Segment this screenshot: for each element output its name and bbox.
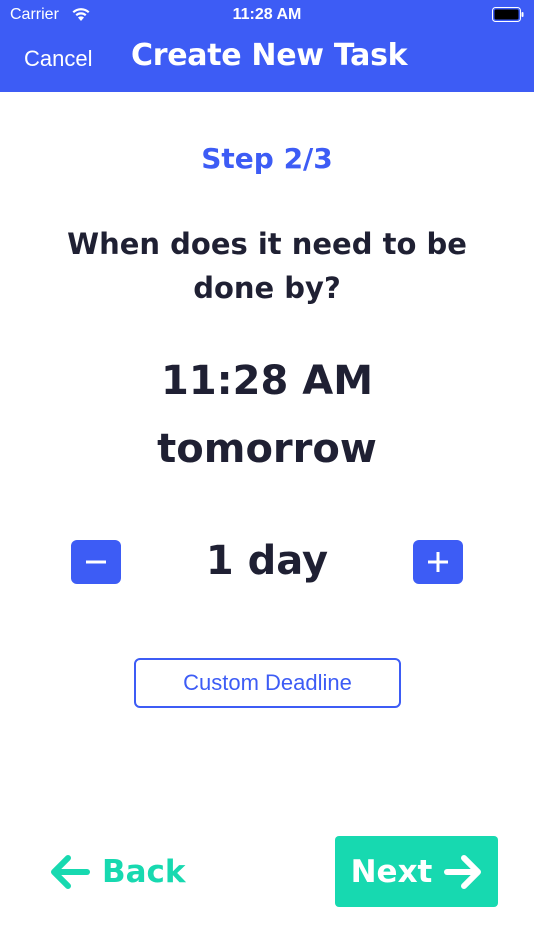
back-button[interactable]: Back: [50, 850, 186, 894]
arrow-left-icon: [51, 855, 90, 889]
cancel-button[interactable]: Cancel: [24, 46, 92, 72]
back-label: Back: [102, 854, 186, 890]
navigation-header: Carrier 11:28 AM Cancel Create New Task: [0, 0, 534, 92]
step-indicator: Step 2/3: [201, 142, 333, 175]
page-title: Create New Task: [131, 38, 408, 73]
due-day-display: tomorrow: [157, 426, 377, 472]
status-time: 11:28 AM: [232, 6, 302, 23]
status-bar: Carrier 11:28 AM: [0, 0, 534, 30]
custom-deadline-button[interactable]: Custom Deadline: [134, 658, 401, 708]
next-label: Next: [350, 853, 433, 890]
due-time-display: 11:28 AM: [160, 358, 373, 404]
next-button[interactable]: Next: [335, 836, 498, 907]
plus-icon: [428, 552, 448, 572]
battery-icon: [492, 7, 524, 22]
question-heading: When does it need to be done by?: [67, 227, 467, 305]
increment-button[interactable]: [413, 540, 463, 584]
arrow-right-icon: [444, 854, 482, 889]
